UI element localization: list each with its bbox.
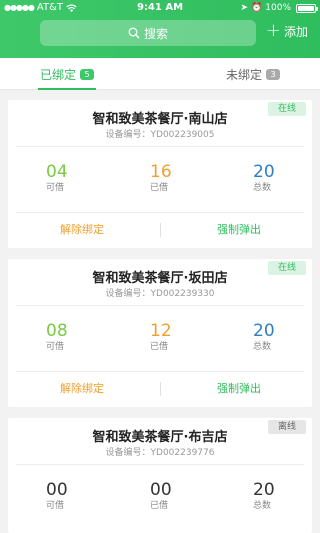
device-name: 智和致美茶餐厅·布吉店 — [92, 430, 228, 445]
search-bar[interactable]: 搜索 — [40, 20, 256, 46]
status-badge: 离线 — [268, 420, 306, 434]
add-label: 添加 — [283, 24, 308, 39]
available-label: 可借 — [46, 501, 65, 511]
tab-bound-count-badge: 5 — [80, 68, 95, 80]
total-label: 总数 — [253, 342, 272, 352]
available-count: 08 — [46, 321, 68, 341]
action-divider — [160, 382, 161, 396]
total-label: 总数 — [253, 183, 272, 193]
unbind-button[interactable]: 解除绑定 — [60, 213, 104, 247]
stat-total: 20 总数 — [253, 480, 320, 512]
total-label: 总数 — [253, 501, 272, 511]
divider — [16, 146, 304, 147]
search-icon — [128, 27, 140, 39]
divider — [16, 464, 304, 465]
plus-icon: + — [265, 20, 281, 41]
status-bar: ●●●●● AT&T 9:41 AM ➤ ⏰ 100% — [0, 0, 320, 16]
tab-bar: 已绑定 5 未绑定 3 — [0, 58, 320, 90]
tab-unbound[interactable]: 未绑定 3 — [226, 58, 280, 90]
device-name: 智和致美茶餐厅·南山店 — [92, 112, 228, 127]
device-stats: 08 可借 12 已借 20 总数 — [8, 321, 312, 367]
stat-borrowed: 00 已借 — [150, 480, 230, 512]
action-divider — [160, 223, 161, 237]
total-count: 20 — [253, 321, 275, 341]
device-serial: 设备编号：YD002239776 — [105, 448, 215, 458]
device-card[interactable]: 智和致美茶餐厅·布吉店 设备编号：YD002239776 离线 00 可借 00… — [8, 418, 312, 533]
stat-total: 20 总数 — [253, 162, 320, 194]
borrowed-label: 已借 — [150, 183, 169, 193]
total-count: 20 — [253, 480, 275, 500]
available-count: 00 — [46, 480, 68, 500]
stat-available: 04 可借 — [46, 162, 126, 194]
unbind-button[interactable]: 解除绑定 — [60, 372, 104, 406]
borrowed-count: 12 — [150, 321, 172, 341]
battery-icon — [296, 3, 318, 13]
available-count: 04 — [46, 162, 68, 182]
device-card[interactable]: 智和致美茶餐厅·南山店 设备编号：YD002239005 在线 04 可借 16… — [8, 100, 312, 248]
device-card-header: 智和致美茶餐厅·布吉店 设备编号：YD002239776 — [8, 418, 312, 464]
alarm-icon: ⏰ — [251, 3, 263, 13]
search-label: 搜索 — [143, 26, 168, 41]
stat-available: 00 可借 — [46, 480, 126, 512]
tab-unbound-count-badge: 3 — [266, 68, 280, 80]
total-count: 20 — [253, 162, 275, 182]
status-badge: 在线 — [268, 102, 306, 116]
stat-borrowed: 16 已借 — [150, 162, 230, 194]
device-actions: 解除绑定 强制弹出 — [8, 213, 312, 247]
borrowed-count: 16 — [150, 162, 172, 182]
stat-available: 08 可借 — [46, 321, 126, 353]
tab-unbound-label: 未绑定 — [225, 67, 262, 82]
force-eject-button[interactable]: 强制弹出 — [217, 213, 261, 247]
device-serial: 设备编号：YD002239005 — [105, 130, 215, 140]
device-card-header: 智和致美茶餐厅·南山店 设备编号：YD002239005 — [8, 100, 312, 146]
stat-borrowed: 12 已借 — [150, 321, 230, 353]
location-icon: ➤ — [240, 3, 249, 13]
device-stats: 04 可借 16 已借 20 总数 — [8, 162, 312, 208]
stat-total: 20 总数 — [253, 321, 320, 353]
borrowed-label: 已借 — [150, 342, 169, 352]
device-card[interactable]: 智和致美茶餐厅·坂田店 设备编号：YD002239330 在线 08 可借 12… — [8, 259, 312, 407]
device-serial: 设备编号：YD002239330 — [105, 289, 215, 299]
status-badge: 在线 — [268, 261, 306, 275]
tab-bound[interactable]: 已绑定 5 — [37, 58, 97, 90]
tab-bound-label: 已绑定 — [40, 67, 77, 82]
battery-percent: 100% — [265, 3, 291, 13]
available-label: 可借 — [46, 183, 65, 193]
add-button[interactable]: + 添加 — [266, 22, 308, 40]
device-name: 智和致美茶餐厅·坂田店 — [92, 271, 228, 286]
available-label: 可借 — [46, 342, 65, 352]
borrowed-label: 已借 — [150, 501, 169, 511]
borrowed-count: 00 — [150, 480, 172, 500]
force-eject-button[interactable]: 强制弹出 — [217, 372, 261, 406]
device-card-header: 智和致美茶餐厅·坂田店 设备编号：YD002239330 — [8, 259, 312, 305]
app-header: ●●●●● AT&T 9:41 AM ➤ ⏰ 100% 搜索 + 添加 — [0, 0, 320, 58]
device-stats: 00 可借 00 已借 20 总数 — [8, 480, 312, 526]
divider — [16, 305, 304, 306]
device-actions: 解除绑定 强制弹出 — [8, 372, 312, 406]
